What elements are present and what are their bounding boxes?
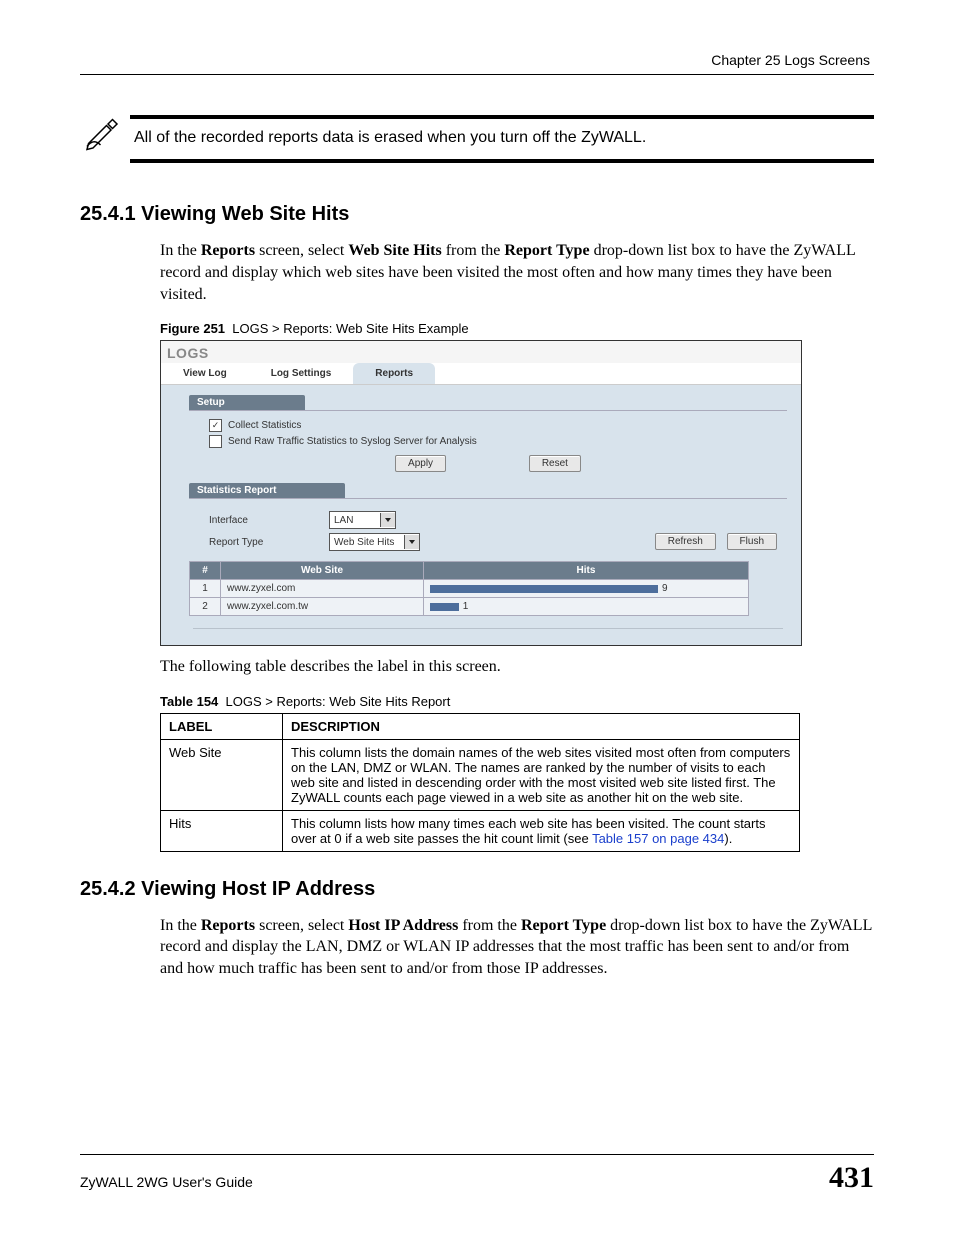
table-157-xref[interactable]: Table 157 on page 434 [592, 831, 724, 846]
report-type-dropdown[interactable]: Web Site Hits [329, 533, 420, 551]
table-154-caption: Table 154 LOGS > Reports: Web Site Hits … [160, 694, 874, 709]
web-site-hits-table: # Web Site Hits 1www.zyxel.com92www.zyxe… [189, 561, 749, 616]
after-figure-paragraph: The following table describes the label … [160, 656, 874, 678]
col-num: # [190, 562, 221, 580]
refresh-button[interactable]: Refresh [655, 533, 716, 550]
statistics-report-heading: Statistics Report [189, 483, 345, 498]
chapter-header: Chapter 25 Logs Screens [80, 52, 874, 68]
section-heading-2542: 25.4.2 Viewing Host IP Address [80, 878, 874, 901]
reports-screenshot: LOGS View Log Log Settings Reports Setup… [160, 340, 802, 646]
note-block: All of the recorded reports data is eras… [80, 115, 874, 163]
interface-label: Interface [209, 515, 329, 526]
tab-view-log[interactable]: View Log [161, 363, 249, 384]
note-text: All of the recorded reports data is eras… [130, 115, 874, 163]
apply-button[interactable]: Apply [395, 455, 446, 472]
page-footer: ZyWALL 2WG User's Guide 431 [80, 1154, 874, 1195]
col-hits: Hits [424, 562, 749, 580]
header-rule [80, 74, 874, 75]
collect-statistics-checkbox[interactable]: ✓ [209, 419, 222, 432]
page-number: 431 [829, 1161, 874, 1195]
table-row: 1www.zyxel.com9 [190, 580, 749, 598]
flush-button[interactable]: Flush [727, 533, 777, 550]
table-row: Web Site This column lists the domain na… [161, 739, 800, 810]
chevron-down-icon [380, 513, 395, 527]
section-2541-paragraph: In the Reports screen, select Web Site H… [160, 240, 874, 305]
section-heading-2541: 25.4.1 Viewing Web Site Hits [80, 203, 874, 226]
section-2542-paragraph: In the Reports screen, select Host IP Ad… [160, 915, 874, 980]
send-syslog-checkbox[interactable] [209, 435, 222, 448]
report-type-label: Report Type [209, 537, 329, 548]
chevron-down-icon [404, 535, 419, 549]
tab-log-settings[interactable]: Log Settings [249, 363, 354, 384]
tab-reports[interactable]: Reports [353, 363, 435, 384]
table-154: LABEL DESCRIPTION Web Site This column l… [160, 713, 800, 852]
screenshot-title: LOGS [161, 341, 801, 363]
table-row: 2www.zyxel.com.tw1 [190, 598, 749, 616]
handwriting-note-icon [80, 115, 124, 156]
footer-guide-title: ZyWALL 2WG User's Guide [80, 1174, 253, 1190]
tab-bar: View Log Log Settings Reports [161, 363, 801, 385]
figure-251-caption: Figure 251 LOGS > Reports: Web Site Hits… [160, 321, 874, 336]
table-row: Hits This column lists how many times ea… [161, 810, 800, 851]
collect-statistics-label: Collect Statistics [228, 420, 301, 431]
col-site: Web Site [221, 562, 424, 580]
setup-heading: Setup [189, 395, 305, 410]
th-label: LABEL [161, 713, 283, 739]
send-syslog-label: Send Raw Traffic Statistics to Syslog Se… [228, 436, 477, 447]
reset-button[interactable]: Reset [529, 455, 581, 472]
th-description: DESCRIPTION [283, 713, 800, 739]
interface-dropdown[interactable]: LAN [329, 511, 396, 529]
